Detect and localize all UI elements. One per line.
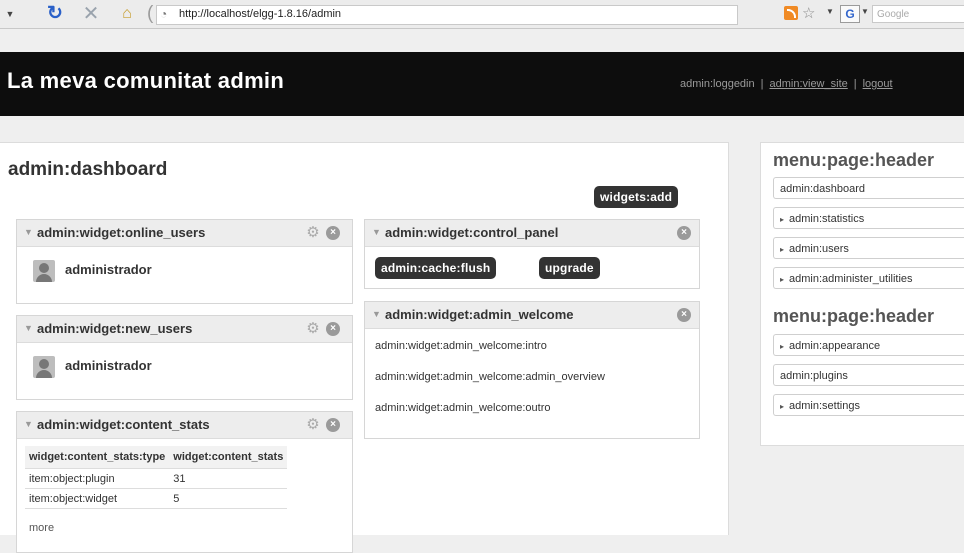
stat-type: item:object:plugin — [25, 468, 170, 489]
triangle-down-icon[interactable]: ▼ — [24, 419, 33, 429]
logged-in-status: admin:loggedin — [680, 78, 755, 90]
menu-heading: menu:page:header — [773, 150, 935, 170]
rss-feed-icon[interactable] — [784, 6, 798, 20]
menu-item-label: admin:settings — [789, 400, 860, 412]
stat-count: 31 — [169, 468, 288, 489]
stat-type: item:object:widget — [25, 488, 170, 509]
welcome-overview-text: admin:widget:admin_welcome:admin_overvie… — [375, 371, 605, 383]
widget-control-panel: ▼ admin:widget:control_panel × admin:cac… — [364, 219, 700, 289]
close-icon[interactable]: × — [326, 418, 340, 432]
stop-icon[interactable]: ✕ — [80, 4, 102, 24]
more-link[interactable]: more — [29, 522, 54, 534]
table-row: item:object:plugin 31 — [25, 468, 288, 489]
widget-admin-welcome: ▼ admin:widget:admin_welcome × admin:wid… — [364, 301, 700, 439]
site-identity-icon[interactable]: ◔ — [160, 7, 176, 21]
reload-icon[interactable]: ↻ — [44, 4, 66, 24]
upgrade-button[interactable]: upgrade — [539, 257, 600, 279]
bookmark-star-icon[interactable]: ☆ — [802, 4, 815, 22]
separator: | — [760, 78, 764, 90]
sidebar-item-administer-utilities[interactable]: ▸ admin:administer_utilities — [773, 267, 964, 289]
triangle-right-icon: ▸ — [780, 245, 785, 254]
widget-online-users: ▼ admin:widget:online_users ⚙ × administ… — [16, 219, 353, 304]
logout-link[interactable]: logout — [863, 78, 893, 90]
content-stats-table: widget:content_stats:type widget:content… — [25, 446, 288, 509]
widget-title: admin:widget:new_users — [37, 321, 193, 336]
table-row: item:object:widget 5 — [25, 488, 288, 509]
menu-item-label: admin:users — [789, 243, 849, 255]
sidebar-item-dashboard[interactable]: admin:dashboard — [773, 177, 964, 199]
menu-item-label: admin:dashboard — [780, 183, 866, 195]
search-engine-icon[interactable]: G — [840, 5, 860, 23]
menu-item-label: admin:plugins — [780, 370, 848, 382]
widget-title: admin:widget:content_stats — [37, 417, 210, 432]
site-title[interactable]: La meva comunitat admin — [7, 68, 284, 94]
site-header: La meva comunitat admin admin:loggedin | a… — [0, 52, 964, 116]
triangle-right-icon: ▸ — [780, 402, 785, 411]
triangle-right-icon: ▸ — [780, 275, 785, 284]
sidebar-item-plugins[interactable]: admin:plugins — [773, 364, 964, 386]
widget-new-users: ▼ admin:widget:new_users ⚙ × administrad… — [16, 315, 353, 400]
user-links: admin:loggedin | admin:view_site | logout — [680, 78, 893, 90]
user-avatar-icon[interactable] — [33, 356, 55, 378]
search-engine-dropdown-icon[interactable]: ▼ — [861, 7, 869, 16]
sidebar-item-statistics[interactable]: ▸ admin:statistics — [773, 207, 964, 229]
column-header-type: widget:content_stats:type — [25, 446, 170, 469]
widget-title: admin:widget:control_panel — [385, 225, 559, 240]
gear-icon[interactable]: ⚙ — [305, 417, 321, 433]
user-name-link[interactable]: administrador — [65, 262, 152, 277]
triangle-down-icon[interactable]: ▼ — [24, 227, 33, 237]
menu-heading: menu:page:header — [773, 306, 935, 326]
widgets-add-button[interactable]: widgets:add — [594, 186, 679, 208]
sidebar-item-users[interactable]: ▸ admin:users — [773, 237, 964, 259]
sidebar: menu:page:header admin:dashboard ▸ admin:… — [760, 142, 964, 446]
triangle-down-icon[interactable]: ▼ — [372, 227, 381, 237]
widget-content-stats: ▼ admin:widget:content_stats ⚙ × widget:… — [16, 411, 353, 553]
welcome-intro-text: admin:widget:admin_welcome:intro — [375, 340, 547, 352]
address-bar-url[interactable]: http://localhost/elgg-1.8.16/admin — [179, 8, 341, 20]
widget-header[interactable]: ▼ admin:widget:new_users ⚙ × — [17, 316, 352, 343]
table-header-row: widget:content_stats:type widget:content… — [25, 446, 288, 469]
widget-header[interactable]: ▼ admin:widget:online_users ⚙ × — [17, 220, 352, 247]
close-icon[interactable]: × — [677, 308, 691, 322]
chevron-down-icon[interactable]: ▼ — [826, 7, 834, 16]
stat-count: 5 — [169, 488, 288, 509]
widget-title: admin:widget:admin_welcome — [385, 307, 574, 322]
gear-icon[interactable]: ⚙ — [305, 225, 321, 241]
urlbar-edge: ( — [147, 3, 154, 24]
home-icon[interactable]: ⌂ — [115, 4, 139, 24]
close-icon[interactable]: × — [326, 322, 340, 336]
widget-header[interactable]: ▼ admin:widget:content_stats ⚙ × — [17, 412, 352, 439]
widget-title: admin:widget:online_users — [37, 225, 206, 240]
page-title: admin:dashboard — [8, 159, 168, 180]
main-content: admin:dashboard widgets:add ▼ admin:widg… — [0, 142, 729, 553]
browser-toolbar: ▼ ↻ ✕ ⌂ ( ◔ http://localhost/elgg-1.8.16… — [0, 0, 964, 29]
triangle-down-icon[interactable]: ▼ — [24, 323, 33, 333]
menu-item-label: admin:administer_utilities — [789, 273, 913, 285]
triangle-right-icon: ▸ — [780, 342, 785, 351]
close-icon[interactable]: × — [326, 226, 340, 240]
gear-icon[interactable]: ⚙ — [305, 321, 321, 337]
separator: | — [853, 78, 857, 90]
view-site-link[interactable]: admin:view_site — [769, 78, 847, 90]
browser-search-input[interactable]: Google — [872, 5, 964, 23]
address-bar[interactable]: ◔ http://localhost/elgg-1.8.16/admin — [156, 5, 738, 25]
cache-flush-button[interactable]: admin:cache:flush — [375, 257, 497, 279]
menu-item-label: admin:statistics — [789, 213, 865, 225]
column-header-count: widget:content_stats — [169, 446, 288, 469]
widget-header[interactable]: ▼ admin:widget:admin_welcome × — [365, 302, 699, 329]
close-icon[interactable]: × — [677, 226, 691, 240]
user-name-link[interactable]: administrador — [65, 358, 152, 373]
welcome-outro-text: admin:widget:admin_welcome:outro — [375, 402, 551, 414]
user-avatar-icon[interactable] — [33, 260, 55, 282]
menu-item-label: admin:appearance — [789, 340, 881, 352]
history-dropdown-icon[interactable]: ▼ — [0, 4, 20, 24]
triangle-down-icon[interactable]: ▼ — [372, 309, 381, 319]
sidebar-item-appearance[interactable]: ▸ admin:appearance — [773, 334, 964, 356]
triangle-right-icon: ▸ — [780, 215, 785, 224]
sidebar-item-settings[interactable]: ▸ admin:settings — [773, 394, 964, 416]
widget-header[interactable]: ▼ admin:widget:control_panel × — [365, 220, 699, 247]
